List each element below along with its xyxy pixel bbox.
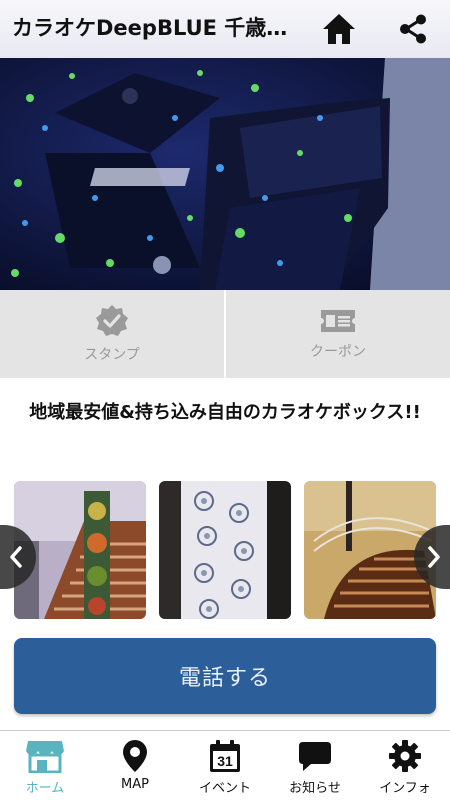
call-button[interactable]: 電話する [14,638,436,714]
share-button[interactable] [393,9,433,49]
app-header: カラオケDeepBLUE 千歳… [0,0,450,58]
chevron-right-icon [428,546,440,568]
shop-headline: 地域最安値&持ち込み自由のカラオケボックス!! [29,402,421,423]
map-pin-icon [123,740,147,772]
chat-bubble-icon [299,742,331,771]
feature-grid: スタンプ クーポン [0,290,450,378]
stamp-check-icon [96,305,128,336]
store-icon [26,741,64,773]
tab-news-label: お知らせ [289,781,341,796]
calendar-icon: 31 [210,740,240,772]
bottom-tab-bar: ホーム MAP 31 イベント お知らせ インフォ [0,730,450,800]
coupon-icon [321,310,355,332]
karaoke-room-photo [0,58,450,290]
tab-info[interactable]: インフォ [360,731,450,800]
tab-info-label: インフォ [379,781,431,796]
coupon-button[interactable]: クーポン [224,290,450,378]
gear-icon [389,740,421,772]
calendar-day: 31 [217,753,233,769]
home-button[interactable] [319,9,359,49]
stamp-label: スタンプ [84,347,140,363]
tab-map-label: MAP [121,777,149,792]
home-icon [323,14,355,44]
tab-event[interactable]: 31 イベント [180,731,270,800]
page-title: カラオケDeepBLUE 千歳… [12,16,288,40]
share-icon [400,14,426,44]
patterned-wall-photo [159,481,291,619]
coupon-label: クーポン [310,344,366,360]
tab-map[interactable]: MAP [90,731,180,800]
tab-home-label: ホーム [25,781,65,796]
tab-event-label: イベント [198,781,251,796]
tab-home[interactable]: ホーム [0,731,90,800]
photo-gallery [0,481,450,621]
tab-news[interactable]: お知らせ [270,731,360,800]
gallery-image-2[interactable] [159,481,291,619]
hero-image [0,58,450,290]
chevron-left-icon [10,546,22,568]
stamp-button[interactable]: スタンプ [0,290,224,378]
